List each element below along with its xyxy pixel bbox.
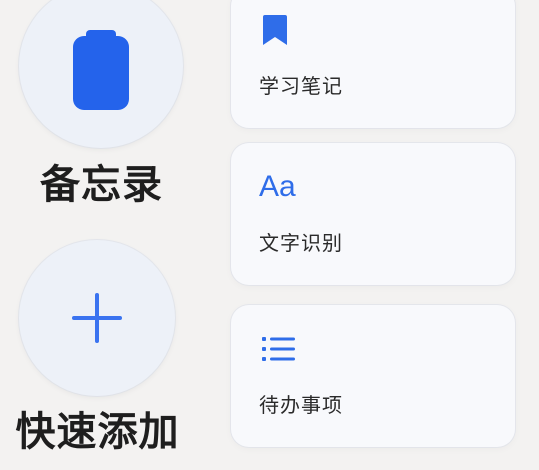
text-recognition-label: 文字识别 xyxy=(259,231,343,255)
study-notes-card[interactable]: 学习笔记 xyxy=(231,0,515,128)
memo-app-button[interactable] xyxy=(19,0,183,148)
text-recognition-card[interactable]: Aa 文字识别 xyxy=(231,143,515,285)
text-aa-icon: Aa xyxy=(259,170,296,203)
app-screen: 备忘录 快速添加 学习笔记 Aa 文字识别 待办事项 xyxy=(0,0,539,470)
memo-label: 备忘录 xyxy=(40,162,163,208)
plus-icon xyxy=(72,293,122,343)
list-icon xyxy=(262,337,295,361)
todo-label: 待办事项 xyxy=(259,393,343,417)
quick-add-label: 快速添加 xyxy=(15,409,180,455)
clipboard-icon xyxy=(71,30,131,110)
todo-card[interactable]: 待办事项 xyxy=(231,305,515,447)
bookmark-icon xyxy=(263,15,287,45)
quick-add-button[interactable] xyxy=(19,240,175,396)
study-notes-label: 学习笔记 xyxy=(259,74,343,98)
